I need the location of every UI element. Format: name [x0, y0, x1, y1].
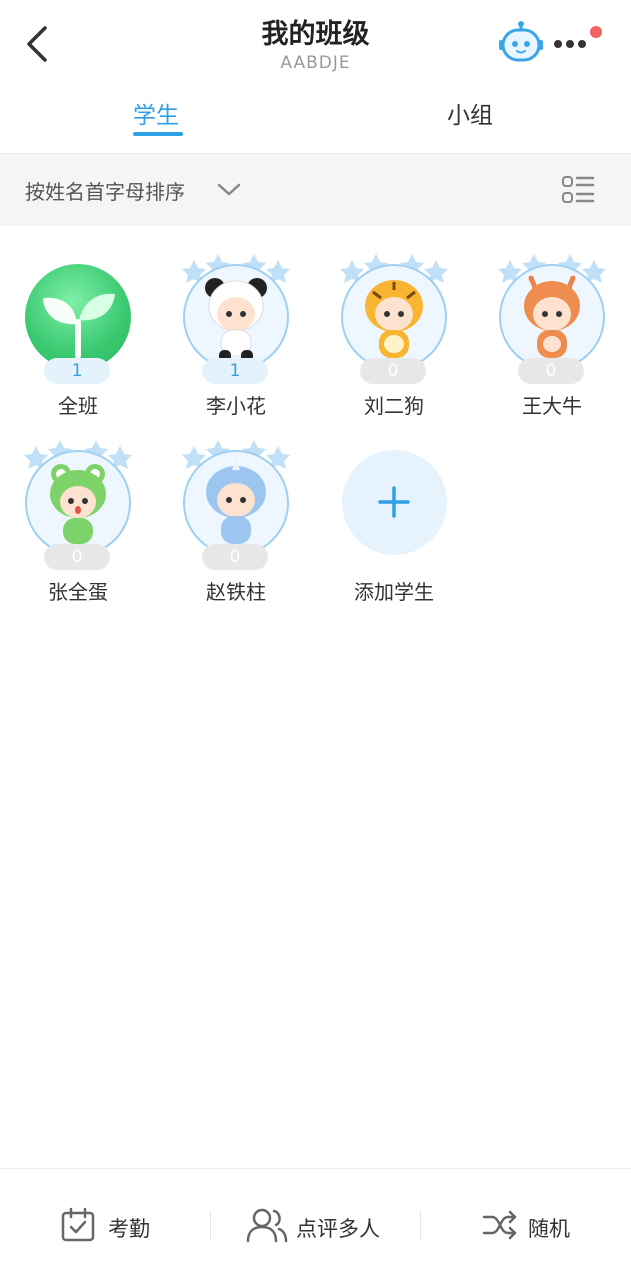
sprout-icon [43, 293, 115, 359]
student-name: 全班 [58, 394, 98, 418]
student-score: 0 [518, 358, 584, 384]
student-name: 李小花 [206, 394, 266, 418]
student-card-whole-class[interactable]: 1 全班 [8, 240, 148, 430]
student-card[interactable]: 1 李小花 [166, 240, 306, 430]
student-name: 刘二狗 [364, 394, 424, 418]
student-card[interactable]: 0 王大牛 [482, 240, 622, 430]
deer-avatar [499, 264, 605, 370]
attendance-button[interactable]: 考勤 [60, 1169, 170, 1281]
random-label: 随机 [528, 1217, 570, 1241]
review-multiple-label: 点评多人 [296, 1217, 380, 1241]
sort-bar: 按姓名首字母排序 [0, 154, 631, 226]
student-card[interactable]: 0 赵铁柱 [166, 426, 306, 616]
attendance-label: 考勤 [108, 1217, 150, 1241]
student-score: 0 [202, 544, 268, 570]
student-name: 王大牛 [522, 394, 582, 418]
student-card[interactable]: 0 刘二狗 [324, 240, 464, 430]
chevron-down-icon[interactable] [216, 182, 242, 198]
student-name: 张全蛋 [48, 580, 108, 604]
robot-icon[interactable] [498, 20, 544, 66]
tab-groups[interactable]: 小组 [447, 96, 493, 130]
add-student-label[interactable]: 添加学生 [324, 576, 464, 605]
sort-dropdown[interactable]: 按姓名首字母排序 [25, 176, 185, 205]
add-student-button[interactable] [342, 450, 447, 555]
student-score: 1 [202, 358, 268, 384]
whole-class-avatar [25, 264, 131, 370]
shuffle-icon [482, 1210, 517, 1240]
frog-avatar [25, 450, 131, 556]
notification-dot [590, 26, 602, 38]
student-name: 赵铁柱 [206, 580, 266, 604]
active-tab-indicator [133, 132, 183, 136]
bottom-action-bar: 考勤 点评多人 随机 [0, 1168, 631, 1281]
users-icon [246, 1208, 288, 1243]
list-view-icon[interactable] [560, 172, 596, 208]
random-button[interactable]: 随机 [482, 1169, 582, 1281]
student-card[interactable]: 0 张全蛋 [8, 426, 148, 616]
calendar-check-icon [61, 1207, 95, 1242]
plus-icon [378, 486, 410, 518]
divider [210, 1211, 211, 1241]
student-score: 1 [44, 358, 110, 384]
student-score: 0 [44, 544, 110, 570]
app-header: 我的班级 AABDJE [0, 0, 631, 88]
tiger-avatar [341, 264, 447, 370]
rhino-avatar [183, 450, 289, 556]
tab-bar: 学生 小组 [0, 88, 631, 154]
divider [420, 1211, 421, 1241]
panda-avatar [183, 264, 289, 370]
review-multiple-button[interactable]: 点评多人 [246, 1169, 406, 1281]
student-score: 0 [360, 358, 426, 384]
tab-students[interactable]: 学生 [133, 96, 179, 130]
